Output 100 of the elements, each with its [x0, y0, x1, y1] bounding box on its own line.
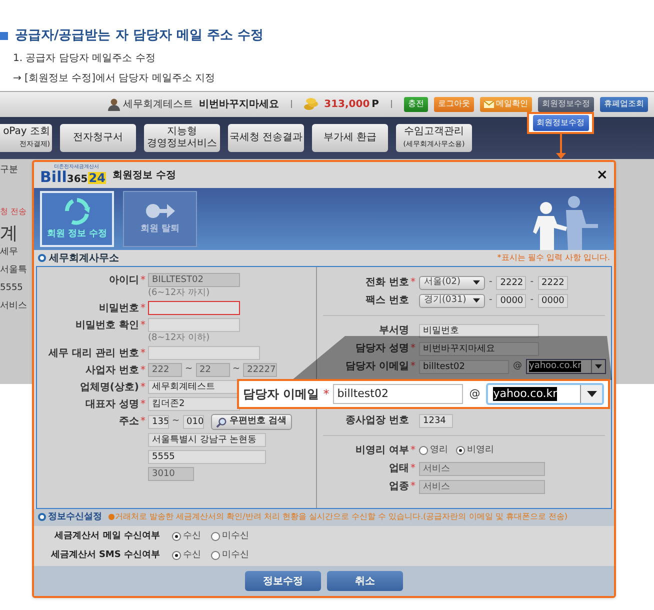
required-mark: *	[140, 319, 146, 333]
radio-button[interactable]	[172, 550, 181, 560]
envelope-icon	[484, 100, 494, 108]
input-field[interactable]: 비번바꾸지마세요	[419, 342, 539, 356]
field-label: 주소	[119, 415, 139, 429]
input-field[interactable]: 0000	[538, 294, 568, 308]
range-separator: ~	[232, 363, 240, 376]
background-text: 계	[0, 226, 18, 240]
background-text: 5555	[0, 282, 23, 294]
nav-tab[interactable]: 국세청 전송결과	[228, 124, 304, 152]
field-label: 비밀번호	[99, 302, 139, 316]
radio-button[interactable]	[419, 446, 428, 455]
input-field[interactable]: 5555	[148, 450, 266, 464]
background-text: 서비스	[0, 300, 27, 312]
input-field[interactable]: 세무회계테스트	[148, 380, 240, 394]
background-text: 청 전송	[0, 206, 27, 218]
input-field[interactable]: 2222	[496, 276, 526, 290]
caret-icon	[595, 364, 602, 369]
user-icon	[108, 98, 120, 110]
field-label: 부서명	[379, 324, 409, 338]
caret-icon	[473, 280, 480, 285]
close-button[interactable]: ×	[596, 168, 608, 182]
radio-label: 비영리	[467, 444, 494, 457]
input-field[interactable]: billtest02	[419, 360, 509, 374]
nav-tab[interactable]: 부가세 환급	[312, 124, 388, 152]
required-mark: *	[140, 364, 146, 378]
input-field[interactable]: 2222	[538, 276, 568, 290]
user-name: 세무회계테스트	[123, 98, 194, 112]
area-code-select[interactable]: 서울(02)	[419, 276, 485, 290]
email-field[interactable]: billtest02	[333, 384, 464, 404]
input-field[interactable]: 킴더존2	[148, 397, 240, 411]
input-field[interactable]	[148, 301, 240, 315]
required-mark: *	[140, 274, 146, 288]
input-field[interactable]: 서울특별시 강남구 논현동	[148, 433, 266, 447]
callout-label: 담당자 이메일	[243, 386, 320, 403]
required-mark: *	[410, 276, 416, 290]
field-label: 아이디	[109, 274, 139, 288]
required-mark: *	[410, 444, 416, 458]
area-code-select[interactable]: 경기(031)	[419, 294, 485, 308]
domain-select[interactable]: yahoo.co.kr	[486, 383, 604, 405]
field-label: 대표자 성명	[86, 398, 139, 412]
field-label: 종사업장 번호	[346, 414, 409, 428]
at-sign: @	[468, 386, 482, 402]
required-mark: *	[410, 360, 416, 374]
field-label: 전화 번호	[366, 276, 409, 290]
nav-tab[interactable]: 전자청구서	[60, 124, 136, 152]
at-sign: @	[513, 360, 522, 373]
input-field[interactable]	[148, 346, 260, 360]
zip-search-button[interactable]: 우편번호 검색	[210, 414, 292, 430]
dialog-button[interactable]: 정보수정	[245, 571, 321, 591]
header-button[interactable]: 충전	[404, 96, 428, 112]
refresh-icon	[62, 196, 92, 225]
coins-icon	[304, 98, 318, 110]
required-mark: *	[410, 342, 416, 356]
header-button[interactable]: 휴폐업조회	[600, 96, 648, 112]
caret-icon	[586, 391, 596, 397]
caret-icon	[473, 298, 480, 303]
dialog-button[interactable]: 취소	[327, 571, 403, 591]
background-text: 서울특	[0, 264, 27, 276]
member-edit-button[interactable]: 회원정보수정	[532, 115, 588, 131]
range-separator: ~	[172, 415, 180, 428]
required-mark: *	[140, 415, 146, 429]
required-mark: *	[140, 347, 146, 361]
input-field[interactable]: 1234	[419, 414, 453, 428]
radio-button[interactable]	[211, 532, 220, 542]
required-mark: *	[140, 302, 146, 316]
input-field[interactable]: 비밀번호	[419, 324, 539, 338]
page-heading: 공급자/공급받는 자 담당자 메일 주소 수정	[15, 27, 264, 45]
info-section-title: 정보수신설정	[48, 510, 102, 524]
points-value: 313,000	[324, 98, 370, 112]
header-button[interactable]: 회원정보수정	[538, 96, 594, 112]
field-label: 팩스 번호	[366, 294, 409, 308]
required-note: *표시는 필수 입력 사항 입니다.	[497, 252, 610, 264]
background-text: 세무	[0, 246, 18, 258]
radio-label: 미수신	[222, 530, 249, 543]
phone-separator: -	[489, 276, 492, 289]
bullet-icon	[38, 512, 46, 522]
background-text: 구분	[0, 164, 18, 176]
phone-separator: -	[530, 294, 534, 307]
info-note: ●거래처로 발송한 세금계산서의 확인/반려 처리 현황을 실시간으로 수신할 수 있습니다.(공급자란의 이메일 및 휴대폰으로 전송)	[108, 510, 568, 522]
input-field[interactable]	[148, 318, 240, 332]
phone-separator: -	[530, 276, 534, 289]
input-field[interactable]: 0000	[496, 294, 526, 308]
radio-button[interactable]	[456, 446, 465, 455]
field-label: 담당자 이메일	[346, 360, 409, 374]
field-label: 업체명(상호)	[80, 381, 139, 395]
field-label: 비밀번호 확인	[76, 319, 139, 333]
radio-button[interactable]	[172, 532, 181, 542]
input-field[interactable]: 135	[148, 415, 169, 429]
step-text: 1. 공급자 담당자 메일주소 수정	[13, 52, 156, 66]
field-label: 비영리 여부	[356, 444, 409, 458]
exit-arrow-icon	[145, 202, 175, 220]
receive-label: 세금계산서 메일 수신여부	[53, 530, 160, 543]
radio-label: 수신	[183, 548, 201, 562]
bullet-icon	[0, 32, 8, 40]
radio-label: 영리	[430, 444, 448, 457]
radio-button[interactable]	[211, 550, 220, 560]
nav-tab[interactable]: 지능형 경영정보서비스	[144, 124, 220, 152]
greeting-text: 비번바꾸지마세요	[199, 98, 280, 112]
field-label: 사업자 번호	[86, 364, 139, 378]
